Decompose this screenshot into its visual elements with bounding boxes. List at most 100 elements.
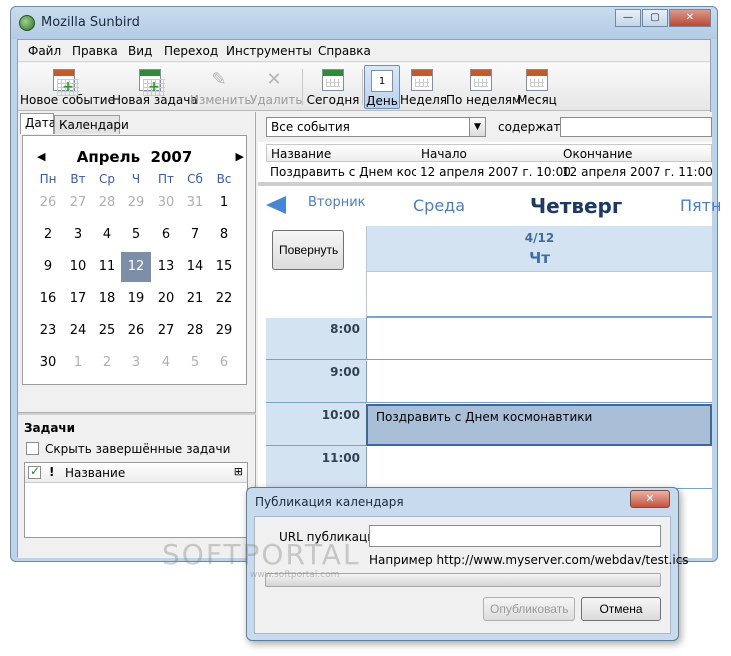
week-view-button[interactable]: Неделя: [400, 65, 447, 109]
minimize-button[interactable]: —: [615, 9, 641, 27]
dropdown-arrow-icon[interactable]: ▼: [469, 118, 485, 136]
tab-date[interactable]: Дата: [20, 113, 56, 134]
multiweek-view-button[interactable]: По неделям: [446, 65, 522, 109]
minical-day[interactable]: 7: [180, 220, 210, 250]
hide-completed-option[interactable]: Скрыть завершённые задачи: [26, 442, 230, 456]
minical-day[interactable]: 5: [121, 220, 151, 250]
minical-day[interactable]: 3: [121, 348, 151, 378]
nav-prev-day-2[interactable]: Среда: [413, 196, 465, 215]
minical-day[interactable]: 8: [209, 220, 239, 250]
minical-day[interactable]: 2: [33, 220, 63, 250]
minical-day[interactable]: 24: [63, 316, 93, 346]
hide-completed-checkbox[interactable]: [26, 442, 39, 455]
task-name-column[interactable]: Название: [65, 466, 125, 480]
minical-day[interactable]: 6: [209, 348, 239, 378]
minical-day[interactable]: 13: [151, 252, 181, 282]
edit-button[interactable]: ✎ Изменить: [190, 65, 252, 109]
minical-day[interactable]: 16: [33, 284, 63, 314]
minical-day[interactable]: 1: [209, 188, 239, 218]
multiweek-view-label: По неделям: [446, 93, 522, 107]
close-button[interactable]: ✕: [669, 9, 711, 27]
minical-day[interactable]: 28: [180, 316, 210, 346]
tab-calendars[interactable]: Календари: [54, 115, 129, 134]
menu-edit[interactable]: Правка: [72, 44, 118, 58]
toolbar-separator: [362, 69, 363, 105]
minical-day[interactable]: 29: [121, 188, 151, 218]
new-task-button[interactable]: Новая задача: [112, 65, 198, 109]
dialog-close-button[interactable]: ✕: [630, 490, 670, 508]
col-end[interactable]: Окончание: [563, 147, 632, 161]
minical-day[interactable]: 21: [180, 284, 210, 314]
minical-day[interactable]: 31: [180, 188, 210, 218]
minical-day[interactable]: 1: [63, 348, 93, 378]
minical-day[interactable]: 3: [63, 220, 93, 250]
time-slot[interactable]: [366, 447, 712, 489]
minical-day[interactable]: 9: [33, 252, 63, 282]
title-bar[interactable]: Mozilla Sunbird — ▢ ✕: [11, 7, 717, 39]
minical-day[interactable]: 11: [92, 252, 122, 282]
maximize-button[interactable]: ▢: [642, 9, 668, 27]
publish-url-input[interactable]: [369, 525, 661, 547]
minical-day[interactable]: 4: [151, 348, 181, 378]
day-navigation: Вторник Среда Четверг Пятн: [258, 186, 721, 226]
filter-row: Все события ▼ содержат: [258, 112, 712, 142]
time-slot[interactable]: [366, 361, 712, 403]
minical-day[interactable]: 26: [121, 316, 151, 346]
minical-day[interactable]: 19: [121, 284, 151, 314]
rotate-button[interactable]: Повернуть: [272, 230, 344, 270]
minical-day[interactable]: 17: [63, 284, 93, 314]
col-name[interactable]: Название: [271, 147, 331, 161]
pane-splitter[interactable]: [18, 412, 256, 415]
menu-go[interactable]: Переход: [164, 44, 218, 58]
next-month-arrow-icon[interactable]: ▶: [236, 150, 244, 163]
minical-month[interactable]: Апрель: [77, 148, 140, 166]
new-event-button[interactable]: Новое событие: [20, 65, 115, 109]
nav-prev-day[interactable]: Вторник: [308, 195, 366, 210]
minical-day[interactable]: 4: [92, 220, 122, 250]
minical-day[interactable]: 10: [63, 252, 93, 282]
delete-button[interactable]: ✕ Удалить: [250, 65, 303, 109]
minical-year[interactable]: 2007: [151, 148, 193, 166]
minical-day[interactable]: 20: [151, 284, 181, 314]
minical-day[interactable]: 15: [209, 252, 239, 282]
task-complete-column-checkbox[interactable]: [28, 464, 41, 479]
minical-day[interactable]: 2: [92, 348, 122, 378]
col-start[interactable]: Начало: [421, 147, 467, 161]
table-row[interactable]: Поздравить с Днем косм... 12 апреля 2007…: [266, 162, 713, 180]
task-list[interactable]: ! Название ⊞: [24, 462, 248, 538]
minical-day[interactable]: 28: [92, 188, 122, 218]
minical-day[interactable]: 12: [121, 252, 151, 282]
minical-day[interactable]: 23: [33, 316, 63, 346]
month-view-button[interactable]: Месяц: [516, 65, 558, 109]
menu-tools[interactable]: Инструменты: [226, 44, 312, 58]
time-label: 8:00: [266, 318, 366, 360]
search-input[interactable]: [560, 117, 712, 137]
cancel-button[interactable]: Отмена: [581, 597, 661, 621]
minical-day[interactable]: 14: [180, 252, 210, 282]
today-button[interactable]: Сегодня: [306, 65, 360, 109]
task-priority-column[interactable]: !: [49, 465, 54, 479]
column-picker-icon[interactable]: ⊞: [234, 465, 243, 478]
minical-day[interactable]: 29: [209, 316, 239, 346]
minical-day[interactable]: 22: [209, 284, 239, 314]
minical-day[interactable]: 27: [151, 316, 181, 346]
minical-day[interactable]: 30: [33, 348, 63, 378]
event-filter-select[interactable]: Все события ▼: [266, 117, 486, 137]
back-arrow-icon[interactable]: [266, 196, 286, 214]
menu-file[interactable]: Файл: [28, 44, 61, 58]
nav-next-day[interactable]: Пятн: [680, 196, 721, 215]
row-end: 12 апреля 2007 г. 11:00: [562, 165, 713, 179]
minical-day[interactable]: 6: [151, 220, 181, 250]
minical-day[interactable]: 5: [180, 348, 210, 378]
calendar-event[interactable]: Поздравить с Днем космонавтики: [366, 404, 712, 446]
publish-button[interactable]: Опубликовать: [483, 597, 575, 621]
minical-day[interactable]: 18: [92, 284, 122, 314]
menu-view[interactable]: Вид: [128, 44, 152, 58]
minical-day[interactable]: 27: [63, 188, 93, 218]
minical-day[interactable]: 30: [151, 188, 181, 218]
menu-help[interactable]: Справка: [318, 44, 371, 58]
day-view-button[interactable]: 1 День: [364, 65, 400, 109]
minical-day[interactable]: 25: [92, 316, 122, 346]
time-slot[interactable]: [366, 318, 712, 360]
minical-day[interactable]: 26: [33, 188, 63, 218]
